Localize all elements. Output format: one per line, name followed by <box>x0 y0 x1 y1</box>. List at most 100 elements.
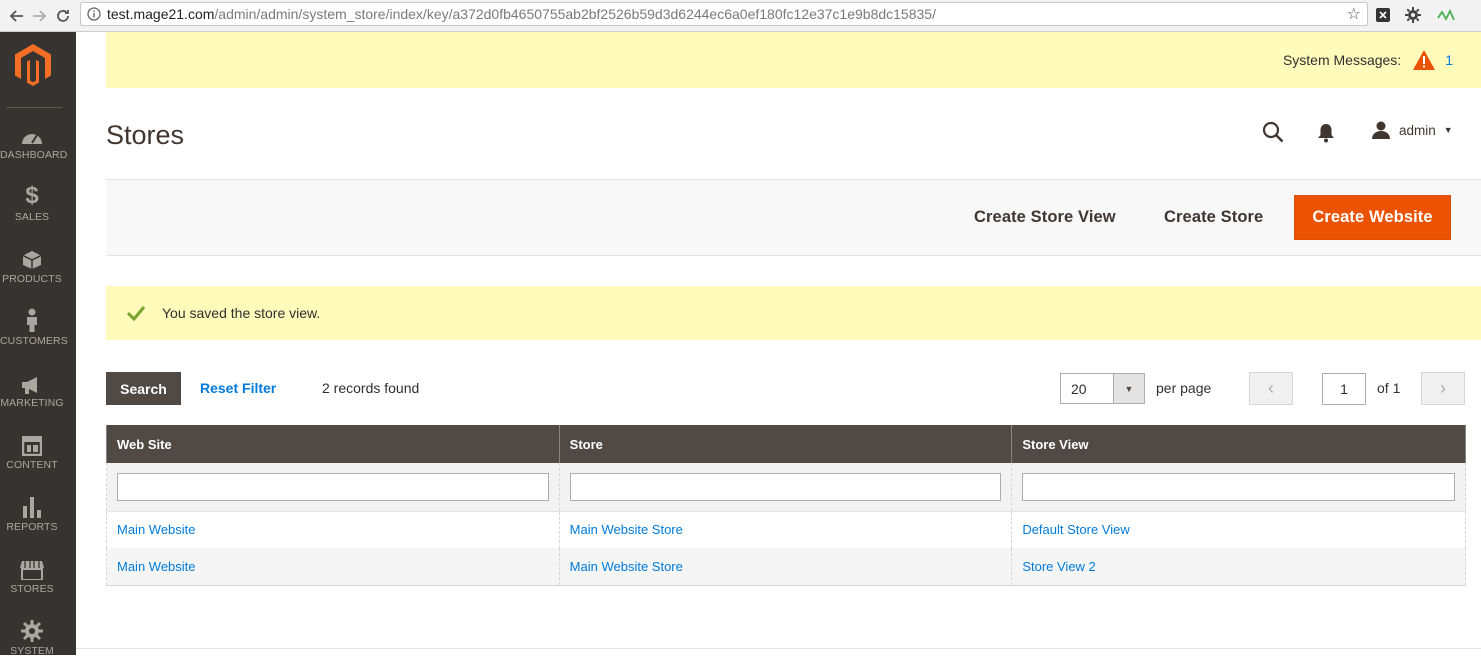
sidebar-item-dashboard[interactable]: DASHBOARD <box>0 122 68 161</box>
sidebar-item-products[interactable]: PRODUCTS <box>0 246 64 285</box>
filter-cell <box>106 463 560 512</box>
sidebar-item-reports[interactable]: REPORTS <box>0 494 64 533</box>
column-header-store-view[interactable]: Store View <box>1011 425 1466 463</box>
page-actions-bar: Create Store View Create Store Create We… <box>106 179 1481 256</box>
search-icon[interactable] <box>1262 121 1284 148</box>
chevron-left-icon: ‹ <box>1268 378 1274 398</box>
website-filter-input[interactable] <box>117 472 549 501</box>
table-row: Main Website Main Website Store Default … <box>106 511 1466 548</box>
sidebar-item-label: SALES <box>14 211 50 223</box>
box-icon <box>0 246 64 270</box>
column-header-store[interactable]: Store <box>558 425 1013 463</box>
store-link[interactable]: Main Website Store <box>570 522 683 537</box>
user-icon <box>1371 121 1391 139</box>
system-messages-label: System Messages: <box>1282 52 1402 68</box>
table-cell: Main Website <box>106 548 560 586</box>
records-found: 2 records found <box>322 380 420 396</box>
filter-row <box>106 463 1466 512</box>
table-cell: Main Website Store <box>558 548 1013 586</box>
logo-divider <box>6 107 62 108</box>
megaphone-icon <box>0 370 64 394</box>
checkmark-icon <box>126 305 146 322</box>
create-store-button[interactable]: Create Store <box>1164 208 1263 227</box>
url-host: test.mage21.com <box>107 6 215 22</box>
sidebar-item-customers[interactable]: CUSTOMERS <box>0 308 68 347</box>
user-name: admin <box>1399 122 1436 138</box>
address-bar[interactable]: test.mage21.com/admin/admin/system_store… <box>80 2 1368 26</box>
table-cell: Main Website <box>106 511 560 548</box>
sidebar-item-label: DASHBOARD <box>0 149 68 161</box>
sidebar-item-label: CUSTOMERS <box>0 335 68 347</box>
next-page-button[interactable]: › <box>1421 372 1465 405</box>
url-path: /admin/admin/system_store/index/key/a372… <box>214 6 936 22</box>
magento-logo-icon[interactable] <box>14 44 52 86</box>
success-message: You saved the store view. <box>106 286 1481 340</box>
system-messages-bar: System Messages: 1 <box>106 32 1481 88</box>
create-website-button[interactable]: Create Website <box>1294 195 1451 240</box>
bar-chart-icon <box>0 494 64 518</box>
chevron-right-icon: › <box>1440 378 1446 398</box>
table-cell: Main Website Store <box>558 511 1013 548</box>
page-total: of 1 <box>1377 380 1401 396</box>
column-header-website[interactable]: Web Site <box>106 425 560 463</box>
stores-grid: Web Site Store Store View Main Website M… <box>106 425 1466 586</box>
dashboard-icon <box>0 122 64 146</box>
gear-icon <box>0 618 64 642</box>
gear-icon[interactable] <box>1403 5 1423 25</box>
page-number-input[interactable]: 1 <box>1322 373 1366 405</box>
website-link[interactable]: Main Website <box>117 522 196 537</box>
bell-icon[interactable] <box>1317 123 1335 148</box>
sidebar-item-label: SYSTEM <box>10 645 54 657</box>
grid-header-row: Web Site Store Store View <box>106 425 1466 463</box>
sidebar-item-content[interactable]: CONTENT <box>0 432 64 471</box>
star-icon[interactable]: ☆ <box>1347 4 1361 24</box>
person-icon <box>0 308 64 332</box>
sidebar-item-label: PRODUCTS <box>2 273 62 285</box>
store-icon <box>0 556 64 580</box>
table-cell: Default Store View <box>1011 511 1466 548</box>
browser-toolbar: test.mage21.com/admin/admin/system_store… <box>0 0 1481 32</box>
website-link[interactable]: Main Website <box>117 559 196 574</box>
table-row: Main Website Main Website Store Store Vi… <box>106 548 1466 586</box>
per-page-value: 20 <box>1071 381 1087 397</box>
store-link[interactable]: Main Website Store <box>570 559 683 574</box>
admin-sidebar: DASHBOARD $ SALES PRODUCTS CUSTOMERS MAR… <box>0 32 76 657</box>
per-page-label: per page <box>1156 380 1212 396</box>
grid-toolbar: Search Reset Filter 2 records found 20 ▼… <box>106 372 1481 406</box>
sidebar-item-sales[interactable]: $ SALES <box>0 182 64 224</box>
sidebar-item-system[interactable]: SYSTEM <box>0 618 64 657</box>
sidebar-item-label: REPORTS <box>6 521 58 533</box>
layout-icon <box>0 432 64 456</box>
search-button[interactable]: Search <box>106 372 181 405</box>
user-menu[interactable]: admin ▼ <box>1371 121 1453 139</box>
main-content: System Messages: 1 Stores admin ▼ Create… <box>76 32 1481 655</box>
create-store-view-button[interactable]: Create Store View <box>974 208 1116 227</box>
page-title: Stores <box>106 120 185 150</box>
per-page-select[interactable]: 20 ▼ <box>1060 373 1145 404</box>
dollar-icon: $ <box>25 182 39 209</box>
chevron-down-icon: ▼ <box>1443 125 1453 135</box>
info-icon[interactable] <box>87 7 101 21</box>
footer-divider <box>76 648 1481 649</box>
sidebar-item-stores[interactable]: STORES <box>0 556 64 595</box>
store-view-link[interactable]: Default Store View <box>1022 522 1129 537</box>
filter-cell <box>1011 463 1466 512</box>
sidebar-item-label: MARKETING <box>0 397 64 409</box>
activity-icon[interactable] <box>1436 5 1456 25</box>
store-view-link[interactable]: Store View 2 <box>1022 559 1095 574</box>
reload-icon[interactable] <box>50 3 76 29</box>
chevron-down-icon[interactable]: ▼ <box>1113 374 1144 403</box>
previous-page-button[interactable]: ‹ <box>1249 372 1293 405</box>
success-message-text: You saved the store view. <box>162 305 321 321</box>
table-cell: Store View 2 <box>1011 548 1466 586</box>
store-view-filter-input[interactable] <box>1022 472 1455 501</box>
filter-cell <box>558 463 1013 512</box>
store-filter-input[interactable] <box>569 472 1002 501</box>
sidebar-item-label: CONTENT <box>6 459 58 471</box>
extension-icon[interactable] <box>1373 5 1393 25</box>
forward-icon[interactable] <box>26 3 52 29</box>
system-messages-count[interactable]: 1 <box>1445 52 1453 68</box>
sidebar-item-label: STORES <box>10 583 54 595</box>
sidebar-item-marketing[interactable]: MARKETING <box>0 370 64 409</box>
reset-filter-link[interactable]: Reset Filter <box>200 380 276 396</box>
